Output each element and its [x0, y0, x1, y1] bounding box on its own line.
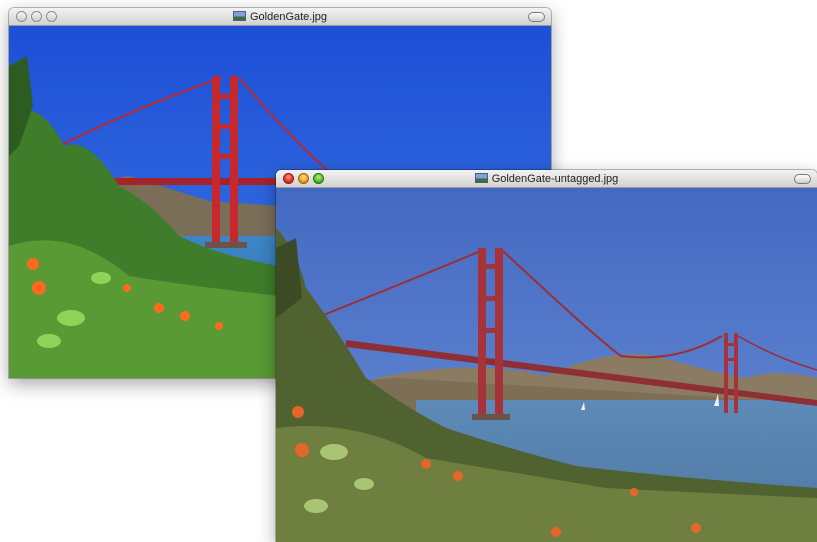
- toolbar-toggle-button[interactable]: [528, 12, 545, 22]
- photo-golden-gate-untagged: [276, 188, 817, 542]
- toolbar-toggle-button[interactable]: [794, 174, 811, 184]
- window-titlebar[interactable]: GoldenGate-untagged.jpg: [276, 170, 817, 188]
- window-title: GoldenGate-untagged.jpg: [276, 172, 817, 186]
- window-title-text: GoldenGate.jpg: [249, 11, 328, 23]
- jpeg-file-icon: [232, 11, 246, 21]
- window-title: GoldenGate.jpg: [9, 10, 551, 24]
- image-window-untagged: GoldenGate-untagged.jpg: [276, 170, 817, 542]
- jpeg-file-icon: [474, 173, 488, 183]
- window-title-text: GoldenGate-untagged.jpg: [491, 173, 619, 185]
- window-titlebar[interactable]: GoldenGate.jpg: [9, 8, 551, 26]
